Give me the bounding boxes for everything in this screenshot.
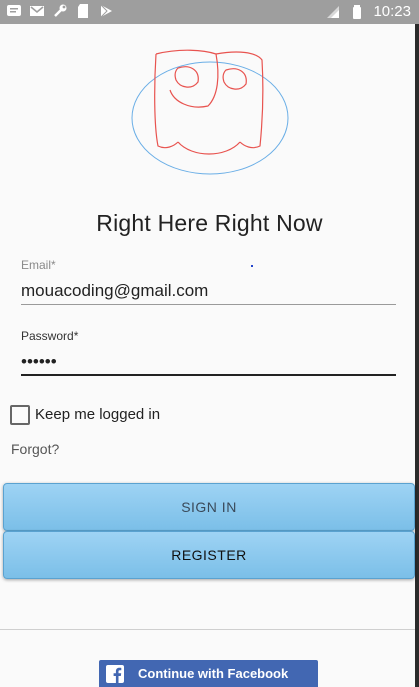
sign-in-label: SIGN IN — [181, 499, 237, 515]
gmail-icon — [30, 6, 44, 16]
sd-card-icon — [78, 4, 88, 18]
sign-in-button[interactable]: SIGN IN — [3, 483, 415, 531]
notification-icons — [6, 3, 114, 19]
facebook-label: Continue with Facebook — [138, 666, 289, 681]
register-button[interactable]: REGISTER — [3, 531, 415, 579]
battery-icon — [353, 5, 362, 19]
keep-logged-in-checkbox[interactable] — [10, 405, 30, 425]
password-label: Password* — [21, 329, 79, 343]
screen-edge — [415, 24, 419, 687]
wrench-icon — [54, 4, 67, 17]
keep-logged-in-label: Keep me logged in — [35, 406, 161, 423]
system-icons: 10:23 — [325, 2, 411, 22]
app-logo — [131, 49, 289, 175]
decorative-dot — [251, 265, 253, 267]
forgot-password-link[interactable]: Forgot? — [11, 441, 59, 457]
email-field[interactable] — [21, 278, 396, 305]
password-field[interactable] — [21, 350, 396, 376]
status-bar: 10:23 — [0, 0, 419, 24]
app-title: Right Here Right Now — [96, 210, 323, 236]
register-label: REGISTER — [171, 547, 247, 563]
divider — [0, 629, 415, 630]
status-time: 10:23 — [373, 3, 411, 20]
lte-signal-icon — [327, 6, 340, 18]
facebook-icon — [106, 664, 124, 683]
play-store-icon — [100, 4, 112, 18]
message-icon — [7, 5, 21, 16]
email-label: Email* — [21, 258, 56, 272]
facebook-login-button[interactable]: Continue with Facebook — [99, 660, 318, 687]
